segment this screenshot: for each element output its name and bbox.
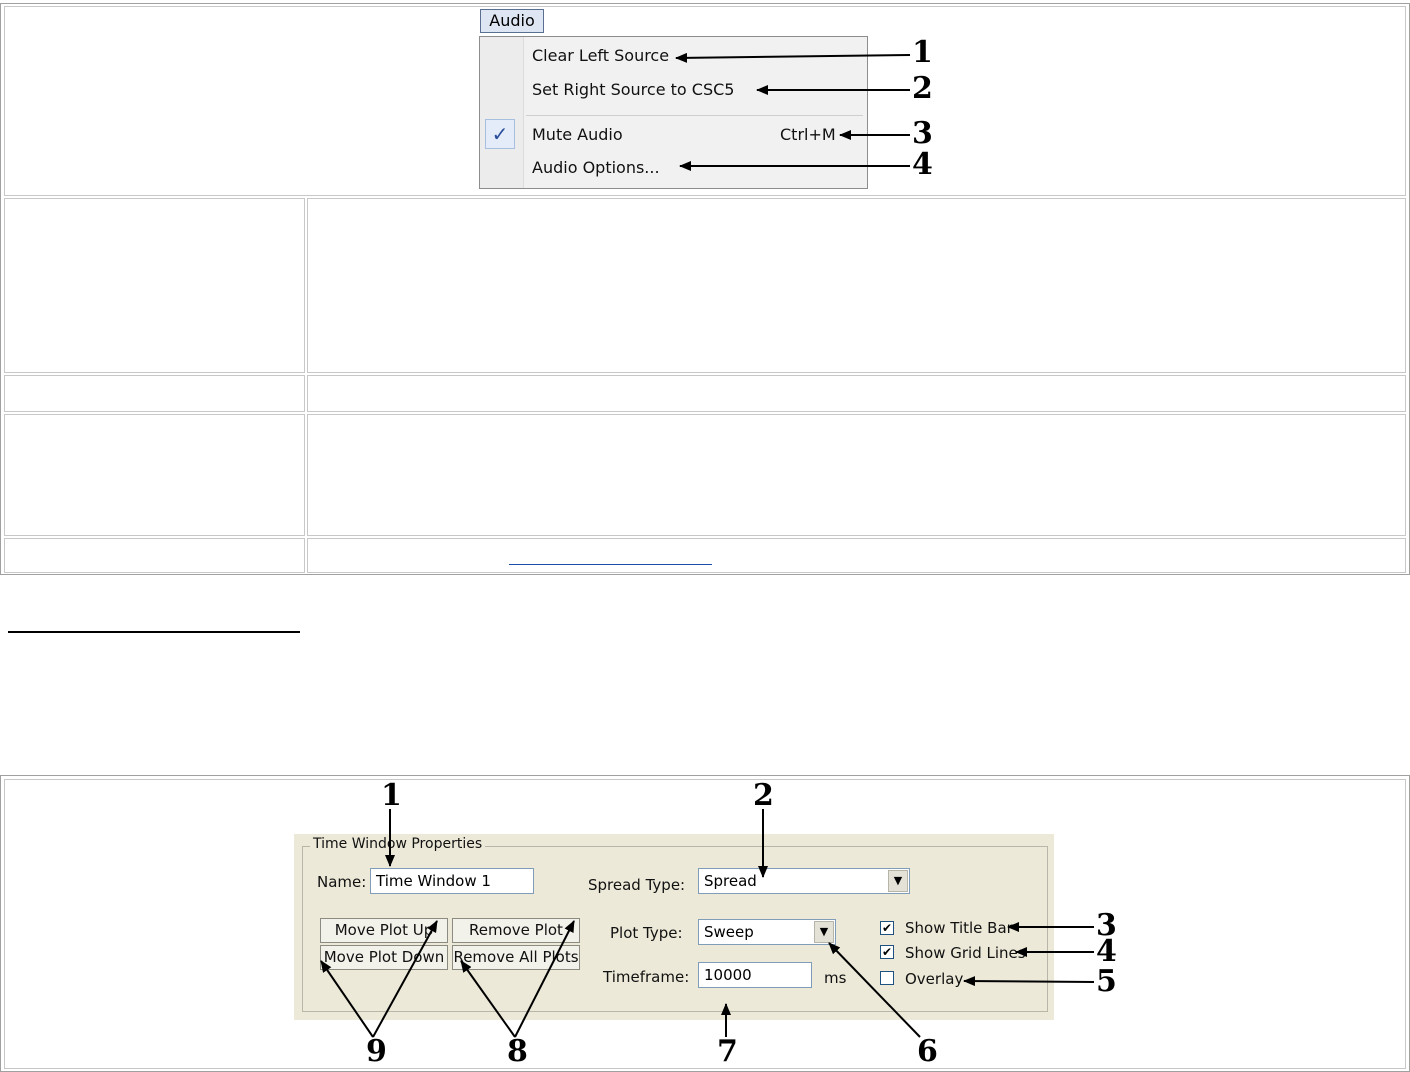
plot-type-select[interactable]: Sweep ▼ <box>698 919 836 945</box>
callout-number: 8 <box>507 1034 528 1069</box>
callout-number: 2 <box>912 71 933 106</box>
menu-item-mute-audio[interactable]: Mute Audio <box>532 125 623 144</box>
menu-icon-gutter <box>480 37 524 188</box>
callout-number: 9 <box>366 1034 387 1069</box>
callout-number: 2 <box>753 778 774 813</box>
time-window-properties-panel: Time Window Properties Name: Time Window… <box>294 834 1054 1020</box>
name-input[interactable]: Time Window 1 <box>370 868 534 894</box>
name-label: Name: <box>317 873 367 891</box>
callout-number: 6 <box>917 1034 938 1069</box>
callout-number: 5 <box>1096 964 1117 999</box>
show-grid-lines-checkbox[interactable]: ✔ <box>880 945 894 959</box>
callout-number: 1 <box>912 35 933 70</box>
show-title-bar-checkbox[interactable]: ✔ <box>880 921 894 935</box>
spread-type-label: Spread Type: <box>588 876 686 894</box>
plot-type-label: Plot Type: <box>610 924 683 942</box>
table-cell-label <box>4 375 305 412</box>
overlay-checkbox[interactable] <box>880 971 894 985</box>
menu-separator <box>526 115 863 116</box>
show-grid-lines-label: Show Grid Lines <box>905 944 1026 962</box>
timeframe-label: Timeframe: <box>603 968 690 986</box>
chevron-down-icon[interactable]: ▼ <box>888 870 908 892</box>
timeframe-unit-label: ms <box>824 969 847 987</box>
callout-number: 4 <box>912 147 933 182</box>
timeframe-input[interactable]: 10000 <box>698 962 812 988</box>
hyperlink-underline[interactable] <box>509 564 712 565</box>
chevron-down-icon[interactable]: ▼ <box>814 921 834 943</box>
callout-number: 4 <box>1096 934 1117 969</box>
table-cell-label <box>4 198 305 373</box>
callout-number: 3 <box>912 116 933 151</box>
plot-type-value: Sweep <box>704 923 754 941</box>
audio-dropdown-menu: Clear Left Source Set Right Source to CS… <box>479 36 868 189</box>
callout-number: 1 <box>381 778 402 813</box>
menu-item-audio-options[interactable]: Audio Options... <box>532 158 660 177</box>
checkmark-icon: ✓ <box>485 119 515 149</box>
spread-type-value: Spread <box>704 872 757 890</box>
table-cell-text <box>307 414 1406 536</box>
table-cell-text <box>307 538 1406 573</box>
move-plot-up-button[interactable]: Move Plot Up <box>320 918 448 943</box>
remove-all-plots-button[interactable]: Remove All Plots <box>452 945 580 970</box>
menu-shortcut-mute-audio: Ctrl+M <box>780 125 836 144</box>
overlay-label: Overlay <box>905 970 964 988</box>
table-cell-label <box>4 538 305 573</box>
table-cell-label <box>4 414 305 536</box>
audio-menu-button[interactable]: Audio <box>480 9 544 33</box>
remove-plot-button[interactable]: Remove Plot <box>452 918 580 943</box>
callout-number: 7 <box>717 1034 738 1069</box>
groupbox-title: Time Window Properties <box>310 836 486 852</box>
section-heading-underline <box>8 631 300 633</box>
spread-type-select[interactable]: Spread ▼ <box>698 868 910 894</box>
menu-item-clear-left-source[interactable]: Clear Left Source <box>532 46 669 65</box>
table-cell-text <box>307 198 1406 373</box>
show-title-bar-label: Show Title Bar <box>905 919 1013 937</box>
move-plot-down-button[interactable]: Move Plot Down <box>320 945 448 970</box>
menu-item-set-right-source[interactable]: Set Right Source to CSC5 <box>532 80 734 99</box>
table-cell-text <box>307 375 1406 412</box>
